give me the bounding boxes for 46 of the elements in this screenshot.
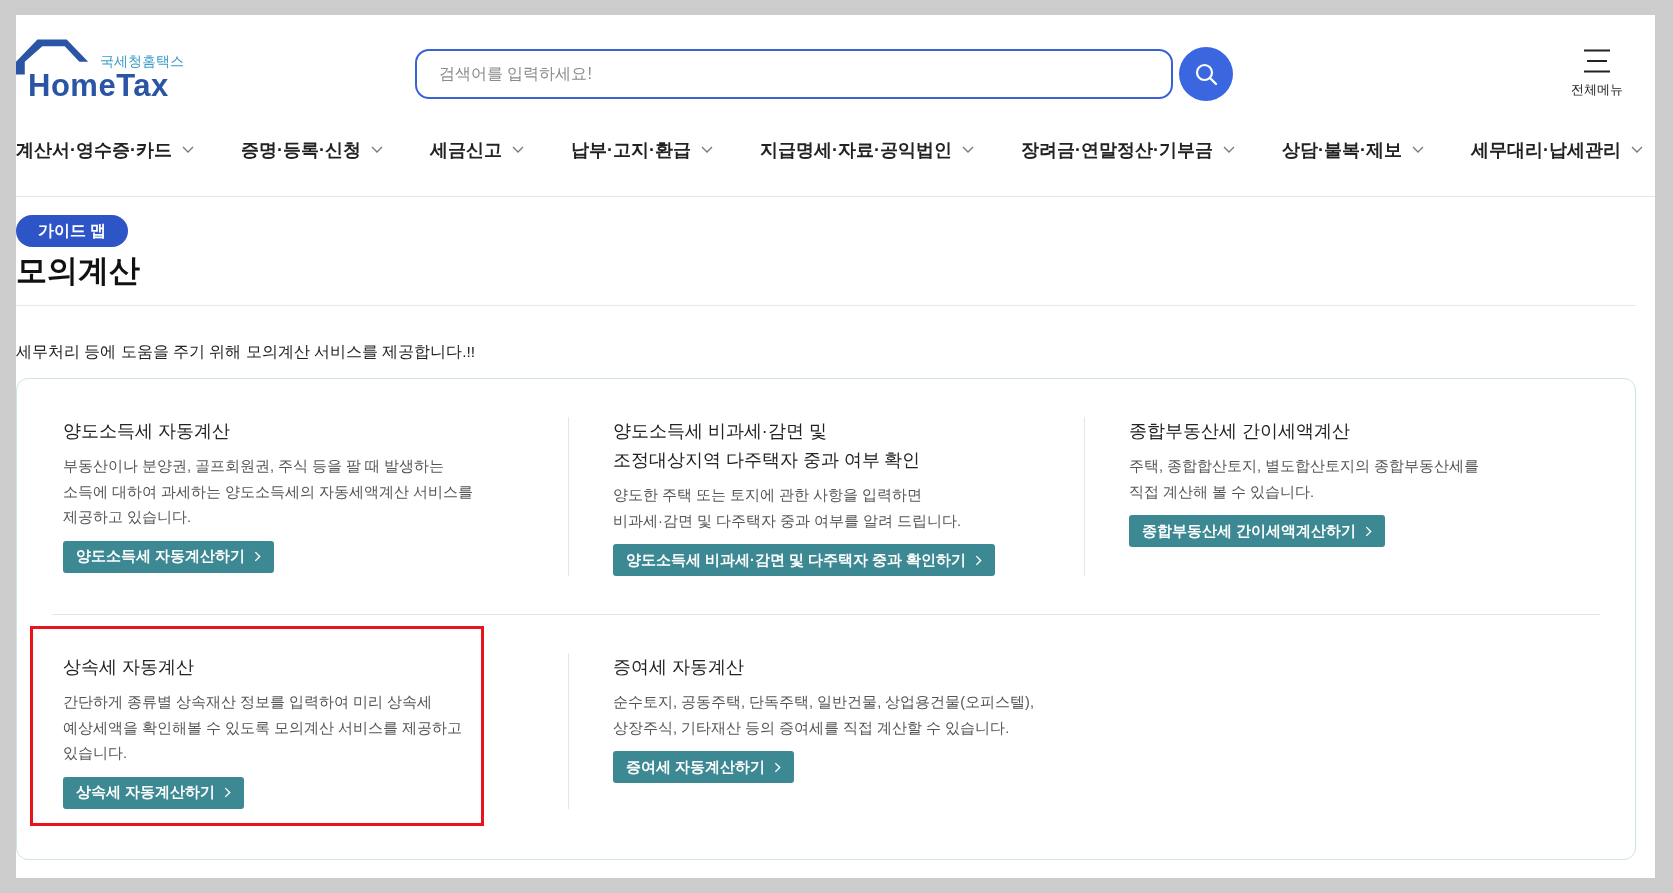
chevron-right-icon: [975, 554, 982, 566]
search-field[interactable]: 검색어를 입력하세요!: [415, 49, 1173, 99]
service-description: 간단하게 종류별 상속재산 정보를 입력하여 미리 상속세 예상세액을 확인해볼 수 있도록 모의계산 서비스를 제공하고 있습니다.: [63, 693, 464, 764]
chevron-right-icon: [254, 551, 262, 563]
service-description: 순수토지, 공동주택, 단독주택, 일반건물, 상업용건물(오피스텔), 상장주식, 기타재산 등의 증여세를 직접 계산할 수 있습니다.: [613, 693, 1035, 738]
service-description: 부동산이나 분양권, 골프회원권, 주식 등을 팔 때 발생하는 소득에 대하여 과세하는 양도소득세의 자동세액계산 서비스를 제공하고 있습니다.: [63, 457, 475, 528]
nav-menu-item[interactable]: 세금신고: [430, 138, 524, 162]
intro-text: 세무처리 등에 도움을 주기 위해 모의계산 서비스를 제공합니다.!!: [16, 342, 477, 362]
service-button[interactable]: 양도소득세 비과세·감면 및 다주택자 중과 확인하기: [613, 544, 995, 577]
chevron-down-icon: [701, 146, 713, 154]
chevron-down-icon: [512, 146, 524, 154]
nav-menu-item[interactable]: 세무대리·납세관리: [1471, 138, 1643, 162]
nav-menu-item[interactable]: 납부·고지·환급: [571, 138, 713, 162]
logo-caption: 국세청홈택스: [100, 53, 184, 69]
service-description: 주택, 종합합산토지, 별도합산토지의 종합부동산세를 직접 계산해 볼 수 있습니다.: [1129, 457, 1481, 502]
chevron-right-icon: [1365, 525, 1373, 537]
chevron-down-icon: [182, 146, 194, 154]
page-title: 모의계산: [16, 252, 141, 290]
chevron-right-icon: [774, 761, 782, 773]
service-title: 종합부동산세 간이세액계산: [1129, 420, 1351, 443]
nav-menu-item[interactable]: 상담·불복·제보: [1282, 138, 1424, 162]
chevron-right-icon: [224, 787, 232, 799]
service-title: 증여세 자동계산: [613, 656, 745, 680]
search-button[interactable]: [1179, 47, 1233, 101]
service-button[interactable]: 양도소득세 자동계산하기: [63, 540, 275, 573]
nav-menu-item[interactable]: 증명·등록·신청: [241, 138, 383, 162]
service-title: 양도소득세 비과세·감면 및 조정대상지역 다주택자 중과 여부 확인: [613, 420, 922, 472]
service-title: 상속세 자동계산: [63, 656, 195, 680]
service-title: 양도소득세 자동계산: [63, 420, 231, 443]
nav-menu-item[interactable]: 장려금·연말정산·기부금: [1021, 138, 1235, 162]
chevron-down-icon: [962, 146, 974, 154]
nav-menu-item[interactable]: 계산서·영수증·카드: [16, 138, 194, 162]
service-button[interactable]: 상속세 자동계산하기: [63, 776, 245, 809]
menu-icon: [1582, 49, 1612, 73]
chevron-down-icon: [371, 146, 383, 154]
logo-wordmark[interactable]: HomeTax: [28, 71, 186, 101]
search-icon: [1194, 62, 1218, 86]
chevron-down-icon: [1223, 146, 1235, 154]
service-description: 양도한 주택 또는 토지에 관한 사항을 입력하면 비과세·감면 및 다주택자 중과 여부를 알려 드립니다.: [613, 486, 963, 531]
guide-map-badge: 가이드 맵: [16, 215, 129, 247]
service-button[interactable]: 종합부동산세 간이세액계산하기: [1129, 515, 1386, 548]
full-menu-button[interactable]: 전체메뉴: [1571, 49, 1623, 99]
chevron-down-icon: [1412, 146, 1424, 154]
chevron-down-icon: [1631, 146, 1643, 154]
service-button[interactable]: 증여세 자동계산하기: [613, 751, 795, 784]
nav-menu-item[interactable]: 지급명세·자료·공익법인: [760, 138, 974, 162]
